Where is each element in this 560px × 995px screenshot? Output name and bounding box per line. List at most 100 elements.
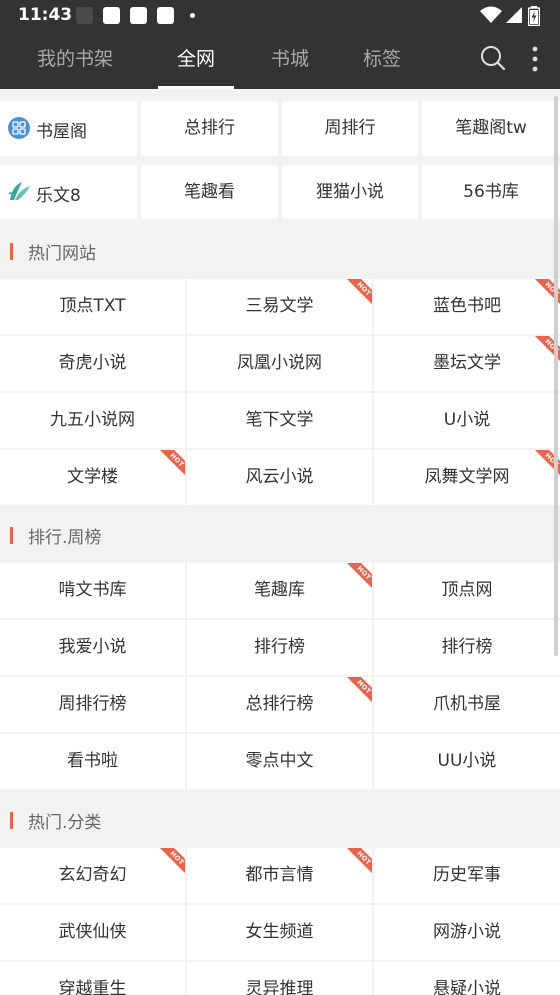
site-grid-item[interactable]: 排行榜: [187, 620, 372, 675]
tab-book-city[interactable]: 书城: [250, 30, 330, 89]
site-grid-item[interactable]: 悬疑小说: [374, 962, 560, 995]
site-grid-item[interactable]: U小说: [374, 393, 560, 448]
search-icon[interactable]: [480, 45, 506, 73]
hot-badge: HOT: [344, 279, 372, 307]
site-grid-item-label: 凤舞文学网: [424, 467, 510, 487]
site-grid-item-label: 网游小说: [433, 922, 501, 942]
site-grid-item[interactable]: 文学楼 HOT: [0, 450, 185, 505]
site-grid-item[interactable]: 周排行榜: [0, 677, 185, 732]
site-grid-item[interactable]: 笔下文学: [187, 393, 372, 448]
section-header: 热门网站: [0, 222, 560, 280]
site-grid-item[interactable]: 玄幻奇幻 HOT: [0, 848, 185, 903]
notification-icon: [103, 7, 120, 24]
leaf-logo-icon: [8, 182, 30, 200]
quick-link-56shuku[interactable]: 56书库: [422, 165, 560, 219]
site-grid-item-label: 玄幻奇幻: [58, 865, 127, 885]
site-grid-item-label: 灵异推理: [245, 979, 314, 995]
hot-badge-label: HOT: [344, 848, 372, 876]
site-grid-item[interactable]: 蓝色书吧 HOT: [374, 279, 560, 334]
site-grid-item[interactable]: 风云小说: [187, 450, 372, 505]
site-grid-item[interactable]: 顶点网: [374, 563, 560, 618]
site-grid-item-label: 穿越重生: [58, 979, 127, 995]
quick-link-label: 56书库: [463, 182, 519, 202]
hot-badge-label: HOT: [344, 563, 372, 591]
grid-app-icon: [8, 117, 30, 139]
site-grid-item[interactable]: 都市言情 HOT: [187, 848, 372, 903]
site-grid-item[interactable]: 穿越重生: [0, 962, 185, 995]
quick-link-label: 周排行: [324, 118, 376, 138]
site-grid-item-label: U小说: [443, 410, 491, 430]
quick-link-label: 笔趣看: [184, 182, 235, 202]
site-grid-item[interactable]: UU小说: [374, 734, 560, 789]
more-vertical-icon[interactable]: [531, 46, 539, 72]
site-grid-item[interactable]: 我爱小说: [0, 620, 185, 675]
tab-whole-web[interactable]: 全网: [158, 30, 234, 89]
site-grid-item-label: 都市言情: [245, 865, 314, 885]
quick-link-total-rank[interactable]: 总排行: [141, 101, 278, 156]
quick-link-biqukan[interactable]: 笔趣看: [141, 165, 278, 219]
quick-link-weekly-rank[interactable]: 周排行: [282, 101, 418, 156]
site-grid-item-label: 总排行榜: [245, 694, 314, 714]
site-grid-item-label: 爪机书屋: [433, 694, 501, 714]
section-title: 热门网站: [28, 244, 96, 264]
site-grid-item-label: 排行榜: [441, 637, 493, 657]
tab-my-bookshelf[interactable]: 我的书架: [20, 30, 130, 89]
scrollbar[interactable]: [554, 96, 558, 656]
site-grid-item-label: 看书啦: [67, 751, 118, 771]
site-grid-item[interactable]: 零点中文: [187, 734, 372, 789]
status-time: 11:43: [18, 5, 73, 25]
quick-link-biqugetw[interactable]: 笔趣阁tw: [422, 101, 560, 156]
site-grid-item-label: 九五小说网: [50, 410, 135, 430]
more-notifications-dot: [190, 13, 195, 18]
site-grid-item[interactable]: 笔趣库 HOT: [187, 563, 372, 618]
quick-link-limao[interactable]: 狸猫小说: [282, 165, 418, 219]
site-grid-item[interactable]: 三易文学 HOT: [187, 279, 372, 334]
site-grid-item[interactable]: 看书啦: [0, 734, 185, 789]
site-grid-item-label: 周排行榜: [58, 694, 127, 714]
quick-link-label: 书屋阁: [36, 122, 87, 142]
site-grid-item[interactable]: 凤凰小说网: [187, 336, 372, 391]
quick-link-lewen8[interactable]: 乐文8: [0, 165, 137, 219]
site-grid-item-label: 排行榜: [254, 637, 305, 657]
site-grid-item-label: 顶点网: [441, 580, 493, 600]
status-bar: 11:43: [0, 0, 560, 30]
site-grid-item[interactable]: 爪机书屋: [374, 677, 560, 732]
site-grid-item-label: 墨坛文学: [433, 353, 501, 373]
site-grid-item-label: 文学楼: [67, 467, 118, 487]
section-accent-bar: [10, 812, 13, 829]
site-grid-item[interactable]: 奇虎小说: [0, 336, 185, 391]
site-grid-item[interactable]: 灵异推理: [187, 962, 372, 995]
site-grid-item[interactable]: 顶点TXT: [0, 279, 185, 334]
notification-icon: [76, 7, 93, 24]
hot-badge-label: HOT: [157, 848, 185, 876]
site-grid-item[interactable]: 凤舞文学网 HOT: [374, 450, 560, 505]
site-grid-item[interactable]: 总排行榜 HOT: [187, 677, 372, 732]
section-title: 热门.分类: [28, 813, 102, 833]
site-grid-item[interactable]: 排行榜: [374, 620, 560, 675]
hot-badge: HOT: [344, 563, 372, 591]
hot-badge: HOT: [157, 848, 185, 876]
notification-icon: [130, 7, 147, 24]
quick-link-label: 乐文8: [36, 186, 81, 206]
site-grid-item-label: 我爱小说: [58, 637, 127, 657]
site-grid-item[interactable]: 历史军事: [374, 848, 560, 903]
hot-badge: HOT: [344, 848, 372, 876]
site-grid-item[interactable]: 武侠仙侠: [0, 905, 185, 960]
hot-badge-label: HOT: [344, 279, 372, 307]
site-grid-item-label: 奇虎小说: [58, 353, 127, 373]
site-grid-item-label: 顶点TXT: [59, 296, 126, 316]
tab-tags[interactable]: 标签: [342, 30, 422, 89]
site-grid-item-label: 笔下文学: [245, 410, 314, 430]
quick-link-shuwuge[interactable]: 书屋阁: [0, 101, 137, 156]
signal-icon: [506, 7, 522, 23]
site-grid-item-label: UU小说: [437, 751, 497, 771]
site-grid-item[interactable]: 网游小说: [374, 905, 560, 960]
site-grid-item[interactable]: 女生频道: [187, 905, 372, 960]
hot-badge-label: HOT: [344, 677, 372, 705]
site-grid-item-label: 笔趣库: [254, 580, 305, 600]
hot-badge-label: HOT: [157, 450, 185, 478]
site-grid-item[interactable]: 啃文书库: [0, 563, 185, 618]
site-grid-item[interactable]: 九五小说网: [0, 393, 185, 448]
site-grid-item-label: 三易文学: [245, 296, 314, 316]
site-grid-item[interactable]: 墨坛文学 HOT: [374, 336, 560, 391]
